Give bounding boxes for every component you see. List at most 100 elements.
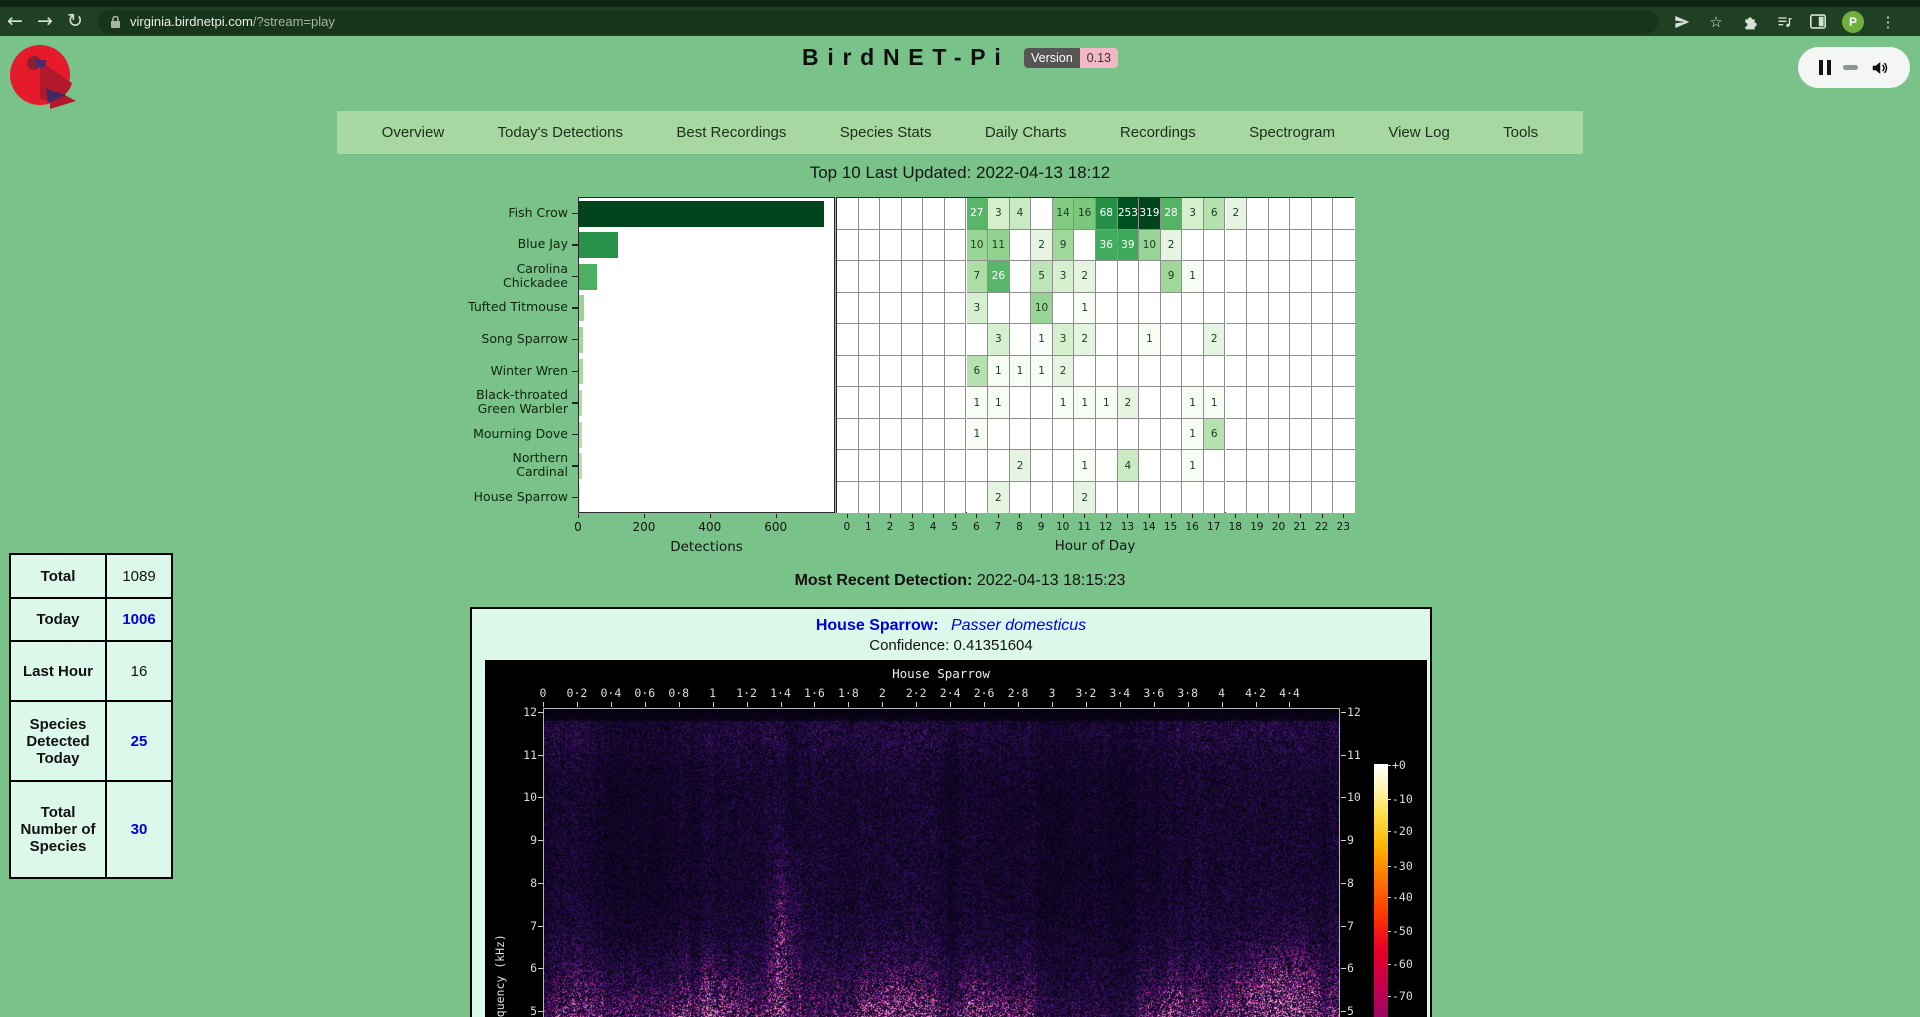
heatmap-cell — [1096, 450, 1118, 482]
heatmap-cell: 3 — [1053, 324, 1075, 356]
browser-tabstrip — [0, 0, 1920, 7]
heatmap-cell — [1139, 356, 1161, 388]
bar-panel — [578, 197, 835, 513]
detections-bar — [579, 390, 582, 416]
bar-x-tick: 400 — [690, 520, 730, 534]
heatmap-cell — [1269, 293, 1291, 325]
heatmap-cell — [859, 230, 881, 262]
heatmap-x-title: Hour of Day — [836, 538, 1354, 554]
species-label: Song Sparrow — [436, 323, 568, 355]
heatmap-cell — [1139, 482, 1161, 514]
spec-y-tick-right: 7 — [1347, 919, 1383, 933]
hour-tick: 13 — [1117, 521, 1137, 533]
heatmap-cell: 14 — [1053, 198, 1075, 230]
heatmap-cell — [1053, 450, 1075, 482]
heatmap-cell — [1096, 293, 1118, 325]
nav-item-today-s-detections[interactable]: Today's Detections — [498, 124, 623, 141]
heatmap-cell: 1 — [967, 419, 989, 451]
pause-button[interactable] — [1819, 60, 1831, 75]
heatmap-cell — [902, 261, 924, 293]
colorbar-label: -40 — [1392, 890, 1413, 904]
heatmap-cell — [1247, 230, 1269, 262]
heatmap-cell — [1290, 419, 1312, 451]
heatmap-cell — [923, 324, 945, 356]
nav-item-spectrogram[interactable]: Spectrogram — [1249, 124, 1335, 141]
heatmap-cell: 16 — [1074, 198, 1096, 230]
nav-item-overview[interactable]: Overview — [382, 124, 445, 141]
heatmap-cell — [945, 387, 967, 419]
heatmap-cell: 1 — [1074, 293, 1096, 325]
extensions-puzzle-icon[interactable] — [1740, 12, 1760, 32]
seek-bar[interactable] — [1843, 65, 1858, 70]
heatmap-cell — [880, 387, 902, 419]
heatmap-cell — [1182, 293, 1204, 325]
media-playlist-icon[interactable] — [1774, 12, 1794, 32]
colorbar-label: -60 — [1392, 957, 1413, 971]
detections-bar — [579, 485, 580, 511]
heatmap-cell — [1139, 387, 1161, 419]
nav-item-species-stats[interactable]: Species Stats — [840, 124, 932, 141]
heatmap-cell — [837, 356, 859, 388]
reload-button[interactable]: ↻ — [60, 7, 90, 36]
colorbar-label: -10 — [1392, 792, 1413, 806]
heatmap-cell — [1161, 293, 1183, 325]
url-bar[interactable]: virginia.birdnetpi.com/?stream=play — [98, 10, 1658, 34]
heatmap-cell — [880, 356, 902, 388]
back-button[interactable]: ← — [0, 7, 30, 36]
hour-tick: 7 — [988, 521, 1008, 533]
nav-item-tools[interactable]: Tools — [1503, 124, 1538, 141]
heatmap-cell — [1139, 419, 1161, 451]
spec-y-tick: 11 — [501, 748, 537, 762]
stats-value[interactable]: 25 — [106, 701, 172, 781]
heatmap-cell: 5 — [1031, 261, 1053, 293]
heatmap-cell: 1 — [988, 356, 1010, 388]
detection-species[interactable]: House Sparrow: — [816, 617, 939, 634]
heatmap-cell — [923, 198, 945, 230]
nav-item-recordings[interactable]: Recordings — [1120, 124, 1196, 141]
heatmap-cell — [1290, 324, 1312, 356]
heatmap-cell — [1312, 356, 1334, 388]
app-title: BirdNET-Pi — [802, 44, 1010, 71]
heatmap-cell — [837, 419, 859, 451]
spec-y-tick: 8 — [501, 876, 537, 890]
heatmap-cell: 28 — [1161, 198, 1183, 230]
heatmap-cell: 68 — [1096, 198, 1118, 230]
heatmap-cell: 1 — [1182, 419, 1204, 451]
heatmap-cell — [1031, 387, 1053, 419]
heatmap-cell — [1290, 293, 1312, 325]
spec-x-tick: 3·2 — [1075, 686, 1096, 700]
hour-tick: 11 — [1074, 521, 1094, 533]
profile-avatar[interactable]: P — [1842, 11, 1864, 33]
chrome-menu-icon[interactable]: ⋮ — [1878, 12, 1898, 32]
hour-tick: 10 — [1053, 521, 1073, 533]
side-panel-icon[interactable] — [1808, 12, 1828, 32]
forward-button[interactable]: → — [30, 7, 60, 36]
bookmark-star-icon[interactable]: ☆ — [1706, 12, 1726, 32]
heatmap-cell — [1269, 261, 1291, 293]
heatmap-cell: 1 — [988, 387, 1010, 419]
heatmap-cell: 1 — [1182, 387, 1204, 419]
stats-value[interactable]: 30 — [106, 781, 172, 878]
heatmap-cell: 2 — [1226, 198, 1248, 230]
heatmap-cell — [923, 230, 945, 262]
heatmap-cell — [1161, 356, 1183, 388]
nav-item-best-recordings[interactable]: Best Recordings — [676, 124, 786, 141]
detection-sci-name[interactable]: Passer domesticus — [951, 617, 1086, 634]
heatmap-cell: 11 — [988, 230, 1010, 262]
heatmap-cell — [1118, 419, 1140, 451]
heatmap-cell — [1290, 198, 1312, 230]
hour-tick: 20 — [1268, 521, 1288, 533]
spec-y-tick-right: 8 — [1347, 876, 1383, 890]
heatmap-cell — [1010, 261, 1032, 293]
species-label: NorthernCardinal — [436, 449, 568, 481]
volume-icon[interactable] — [1870, 59, 1889, 77]
heatmap-cell — [1247, 482, 1269, 514]
nav-item-view-log[interactable]: View Log — [1388, 124, 1449, 141]
heatmap-cell — [945, 482, 967, 514]
stats-value[interactable]: 1006 — [106, 598, 172, 641]
heatmap-cell — [1161, 450, 1183, 482]
nav-item-daily-charts[interactable]: Daily Charts — [985, 124, 1067, 141]
send-icon[interactable] — [1672, 12, 1692, 32]
heatmap-cell — [1226, 356, 1248, 388]
heatmap-cell: 4 — [1010, 198, 1032, 230]
